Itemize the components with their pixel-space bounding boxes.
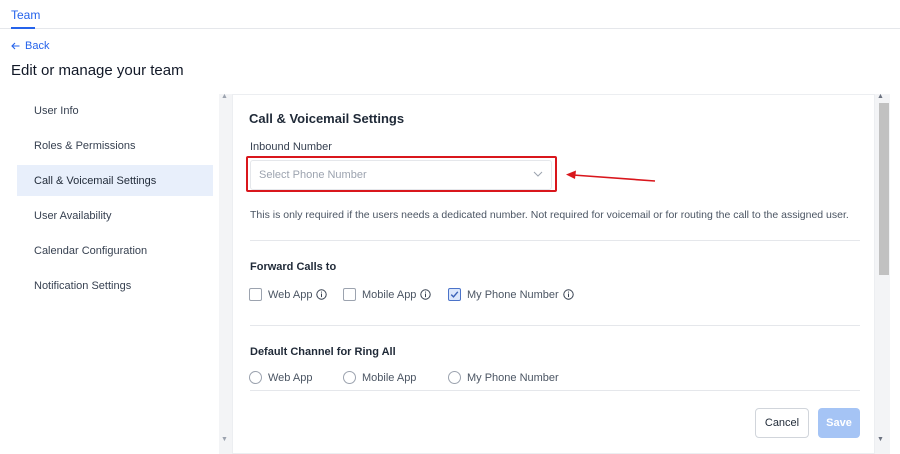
option-label: Mobile App <box>362 371 417 384</box>
radio-button[interactable] <box>448 371 461 384</box>
forward-option-web-app[interactable]: Web App <box>249 288 328 301</box>
divider <box>250 325 860 326</box>
forward-calls-title: Forward Calls to <box>250 261 337 273</box>
scroll-down-icon[interactable]: ▼ <box>221 436 228 443</box>
option-label: Mobile App <box>362 288 417 301</box>
ring-all-title: Default Channel for Ring All <box>250 346 396 358</box>
scrollbar-down-arrow[interactable]: ▼ <box>877 436 884 443</box>
sidebar-item-label: Calendar Configuration <box>34 244 148 257</box>
sidebar-item-label: Call & Voicemail Settings <box>34 174 157 187</box>
option-label: Web App <box>268 371 313 384</box>
option-label: My Phone Number <box>467 371 559 384</box>
sidebar-item-calendar-configuration[interactable]: Calendar Configuration <box>17 235 213 266</box>
save-button[interactable]: Save <box>818 408 860 438</box>
tab-active-indicator <box>11 27 35 29</box>
back-label: Back <box>25 40 50 52</box>
inbound-help-text: This is only required if the users needs… <box>250 209 849 221</box>
forward-option-mobile-app[interactable]: Mobile App <box>343 288 432 301</box>
checkbox[interactable] <box>343 288 356 301</box>
ring-all-option-mobile-app[interactable]: Mobile App <box>343 371 416 384</box>
option-label: Web App <box>268 288 313 301</box>
inbound-number-label: Inbound Number <box>250 141 332 153</box>
scroll-up-icon[interactable]: ▲ <box>221 93 228 100</box>
page-title: Edit or manage your team <box>11 62 184 79</box>
top-tab-bar: Team <box>0 0 900 29</box>
settings-sidebar: User Info Roles & Permissions Call & Voi… <box>17 95 213 305</box>
info-icon[interactable] <box>316 289 328 300</box>
sidebar-item-label: User Availability <box>34 209 112 222</box>
scrollbar-up-arrow[interactable]: ▲ <box>877 93 884 100</box>
scrollbar-thumb[interactable] <box>879 103 889 275</box>
divider <box>250 240 860 241</box>
sidebar-item-label: Roles & Permissions <box>34 139 136 152</box>
sidebar-item-notification-settings[interactable]: Notification Settings <box>17 270 213 301</box>
cancel-button[interactable]: Cancel <box>755 408 809 438</box>
divider <box>250 390 860 391</box>
annotation-highlight-box <box>246 156 557 192</box>
info-icon[interactable] <box>420 289 432 300</box>
back-link[interactable]: Back <box>11 40 49 52</box>
sidebar-item-label: Notification Settings <box>34 279 132 292</box>
sidebar-item-user-info[interactable]: User Info <box>17 95 213 126</box>
ring-all-option-web-app[interactable]: Web App <box>249 371 312 384</box>
sidebar-item-user-availability[interactable]: User Availability <box>17 200 213 231</box>
sidebar-item-roles-permissions[interactable]: Roles & Permissions <box>17 130 213 161</box>
checkbox-checked[interactable] <box>448 288 461 301</box>
info-icon[interactable] <box>563 289 574 300</box>
forward-option-my-phone-number[interactable]: My Phone Number <box>448 288 574 301</box>
radio-button[interactable] <box>343 371 356 384</box>
radio-button[interactable] <box>249 371 262 384</box>
option-label: My Phone Number <box>467 288 559 301</box>
check-icon <box>450 291 459 298</box>
tab-team[interactable]: Team <box>11 8 40 22</box>
arrow-left-icon <box>11 42 20 50</box>
checkbox[interactable] <box>249 288 262 301</box>
sidebar-item-label: User Info <box>34 104 79 117</box>
sidebar-item-call-voicemail[interactable]: Call & Voicemail Settings <box>17 165 213 196</box>
ring-all-option-my-phone-number[interactable]: My Phone Number <box>448 371 559 384</box>
annotation-arrow-icon <box>566 170 656 182</box>
section-title: Call & Voicemail Settings <box>249 111 405 126</box>
